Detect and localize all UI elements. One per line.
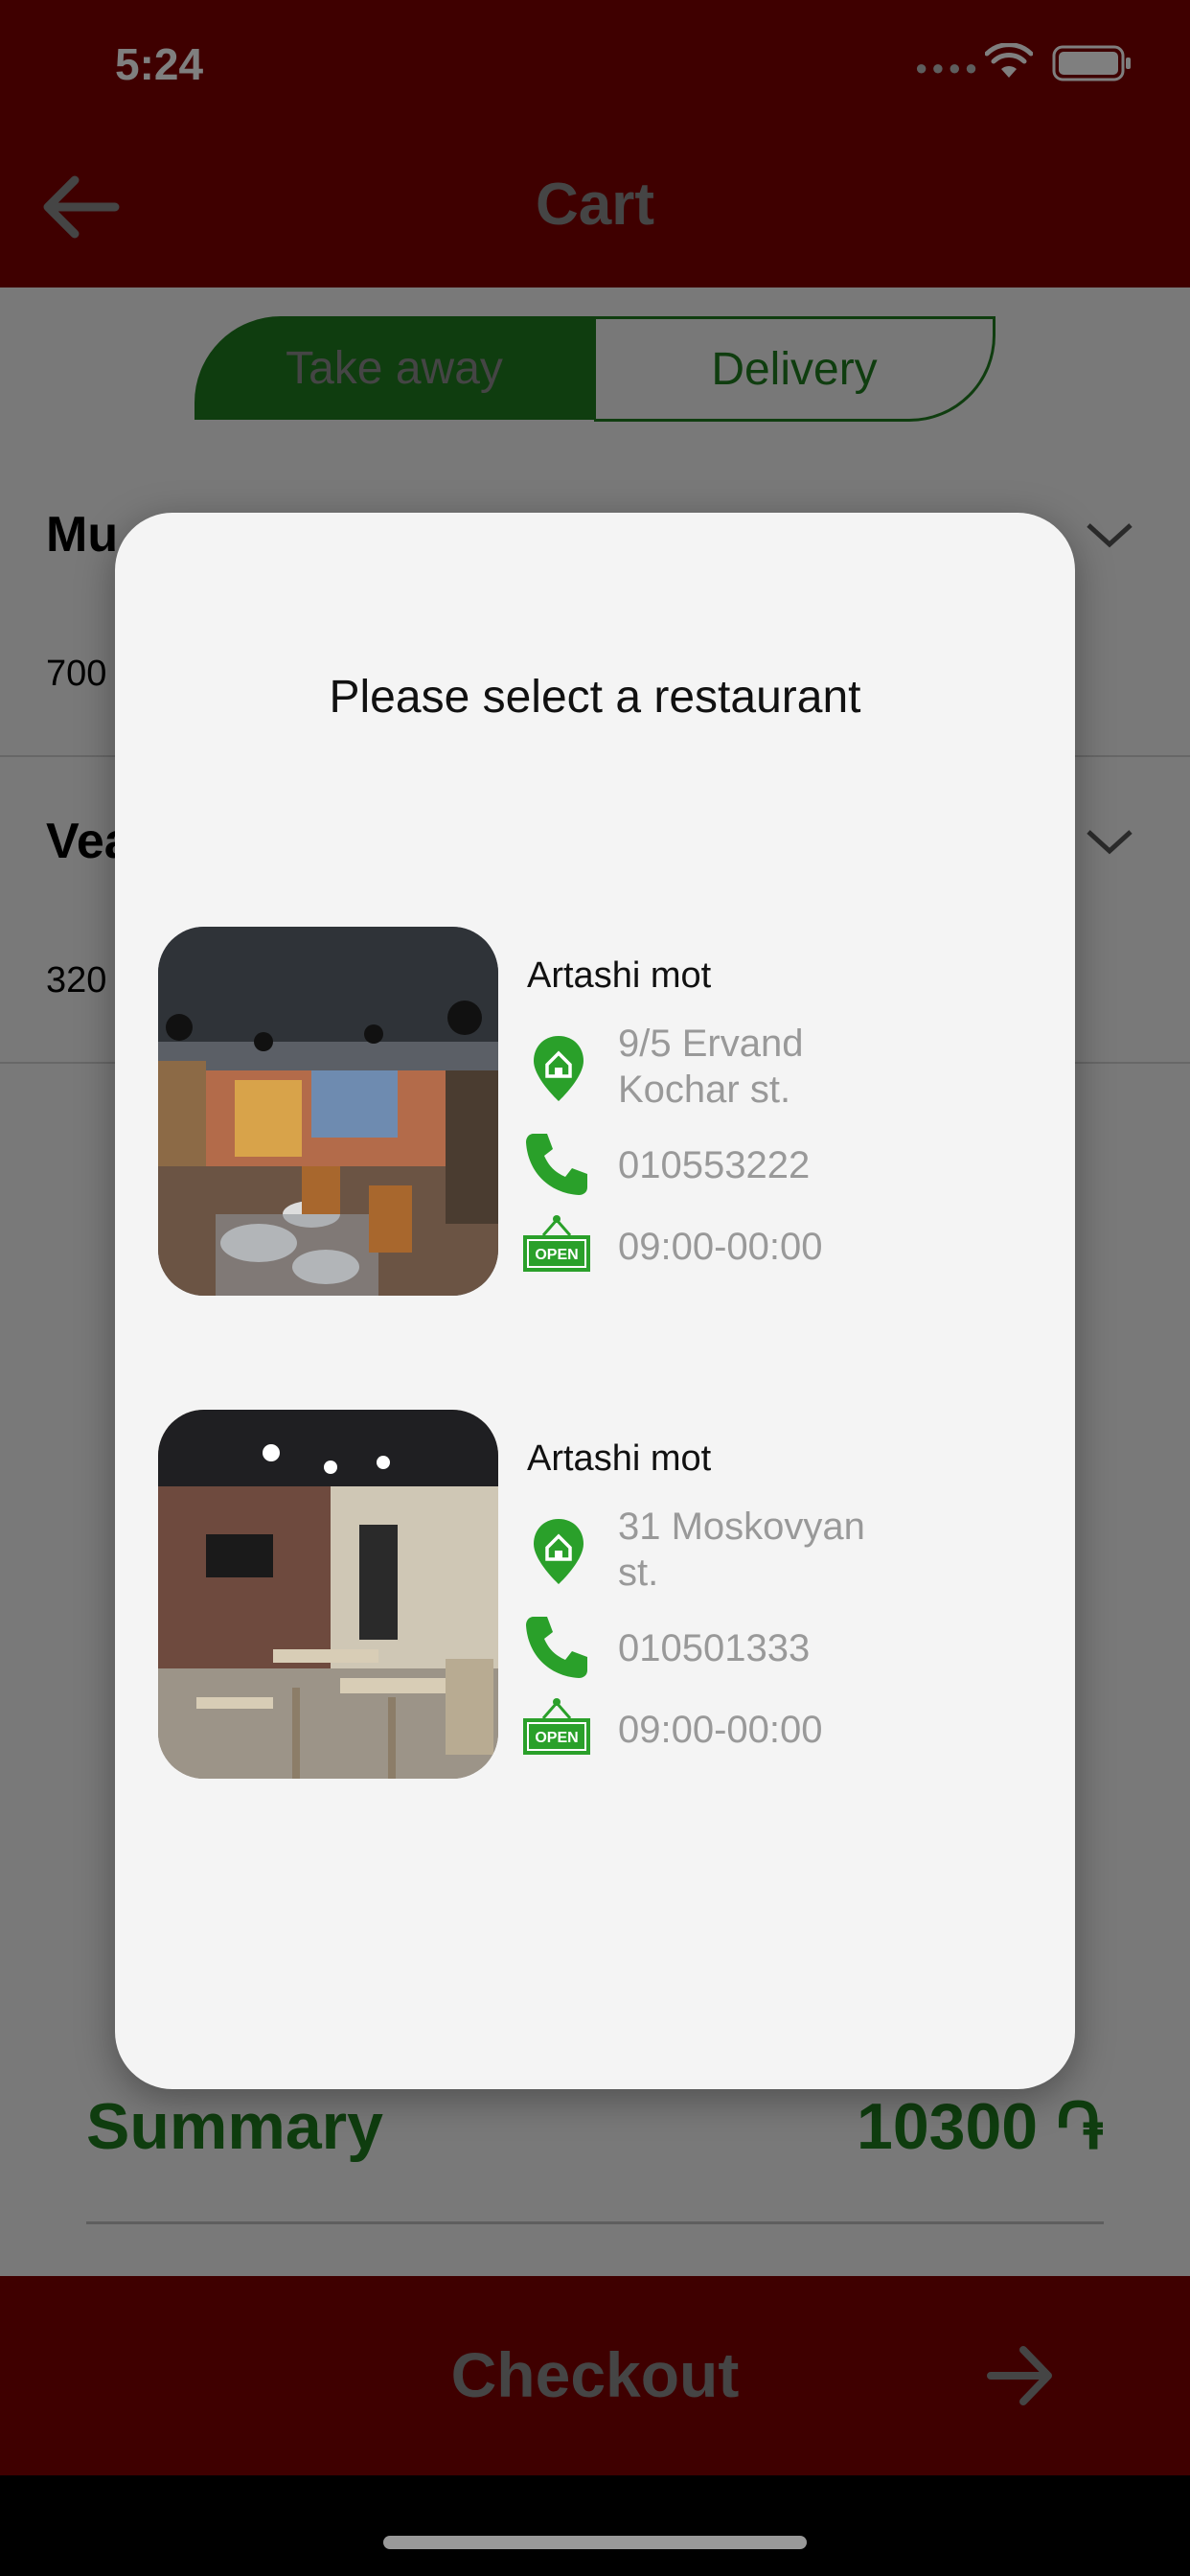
restaurant-photo <box>158 1410 498 1779</box>
restaurant-name: Artashi mot <box>527 1438 712 1479</box>
location-home-icon <box>534 1036 584 1101</box>
home-bar-area <box>0 2475 1190 2576</box>
home-indicator[interactable] <box>383 2536 807 2549</box>
restaurant-card[interactable]: Artashi mot 9/5 Ervand Kochar st. 010553… <box>158 927 1020 1300</box>
open-sign-icon: OPEN <box>523 1215 590 1272</box>
restaurant-address: 31 Moskovyan st. <box>618 1504 865 1596</box>
svg-text:OPEN: OPEN <box>535 1730 578 1746</box>
dialog-title: Please select a restaurant <box>329 672 861 723</box>
restaurant-phone[interactable]: 010553222 <box>618 1142 810 1188</box>
address-line: st. <box>618 1552 659 1594</box>
restaurant-phone[interactable]: 010501333 <box>618 1625 810 1671</box>
restaurant-address: 9/5 Ervand Kochar st. <box>618 1021 803 1113</box>
svg-text:OPEN: OPEN <box>535 1247 578 1263</box>
address-line: 31 Moskovyan <box>618 1506 865 1548</box>
phone-icon[interactable] <box>520 1611 593 1684</box>
restaurant-name: Artashi mot <box>527 955 712 996</box>
restaurant-select-dialog: Please select a restaurant Artashi mot 9… <box>115 513 1075 2089</box>
open-sign-icon: OPEN <box>523 1698 590 1755</box>
restaurant-hours: 09:00-00:00 <box>618 1709 823 1751</box>
phone-icon[interactable] <box>520 1128 593 1201</box>
restaurant-hours: 09:00-00:00 <box>618 1226 823 1268</box>
address-line: 9/5 Ervand <box>618 1023 804 1065</box>
location-home-icon <box>534 1519 584 1584</box>
restaurant-photo <box>158 927 498 1296</box>
restaurant-card[interactable]: Artashi mot 31 Moskovyan st. 010501333 O… <box>158 1410 1020 1783</box>
address-line: Kochar st. <box>618 1069 791 1111</box>
